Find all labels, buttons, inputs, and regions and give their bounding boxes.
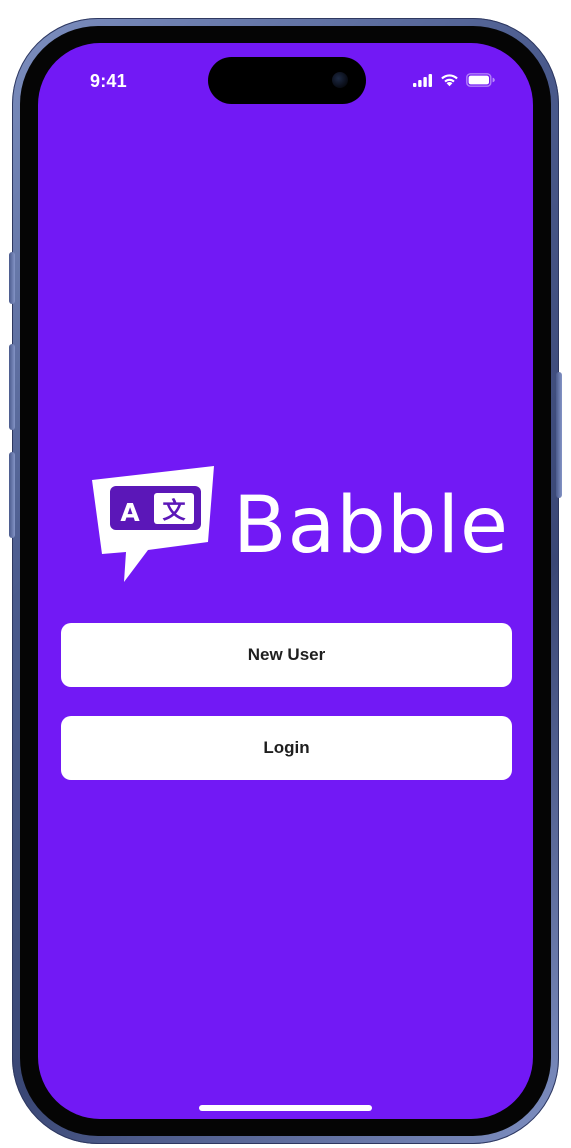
home-indicator[interactable] bbox=[199, 1105, 372, 1111]
logo-cjk-glyph: 文 bbox=[163, 497, 187, 524]
brand-name: Babble bbox=[233, 481, 509, 571]
action-button bbox=[9, 252, 15, 304]
power-button bbox=[556, 372, 562, 498]
cellular-signal-icon bbox=[413, 73, 432, 87]
new-user-button[interactable]: New User bbox=[61, 623, 512, 687]
brand-logo: A 文 Babble bbox=[92, 466, 508, 586]
battery-icon bbox=[466, 73, 495, 87]
status-icons bbox=[413, 73, 495, 87]
logo-latin-glyph: A bbox=[120, 498, 140, 527]
login-button[interactable]: Login bbox=[61, 716, 512, 780]
wifi-icon bbox=[441, 74, 458, 87]
volume-down-button bbox=[9, 452, 15, 538]
app-screen: 9:41 A 文 Babble New User Login bbox=[38, 43, 533, 1119]
status-time: 9:41 bbox=[90, 71, 127, 91]
translate-speech-bubble-icon: A 文 bbox=[92, 466, 214, 582]
dynamic-island bbox=[208, 57, 366, 104]
volume-up-button bbox=[9, 344, 15, 430]
front-camera-icon bbox=[332, 72, 348, 88]
